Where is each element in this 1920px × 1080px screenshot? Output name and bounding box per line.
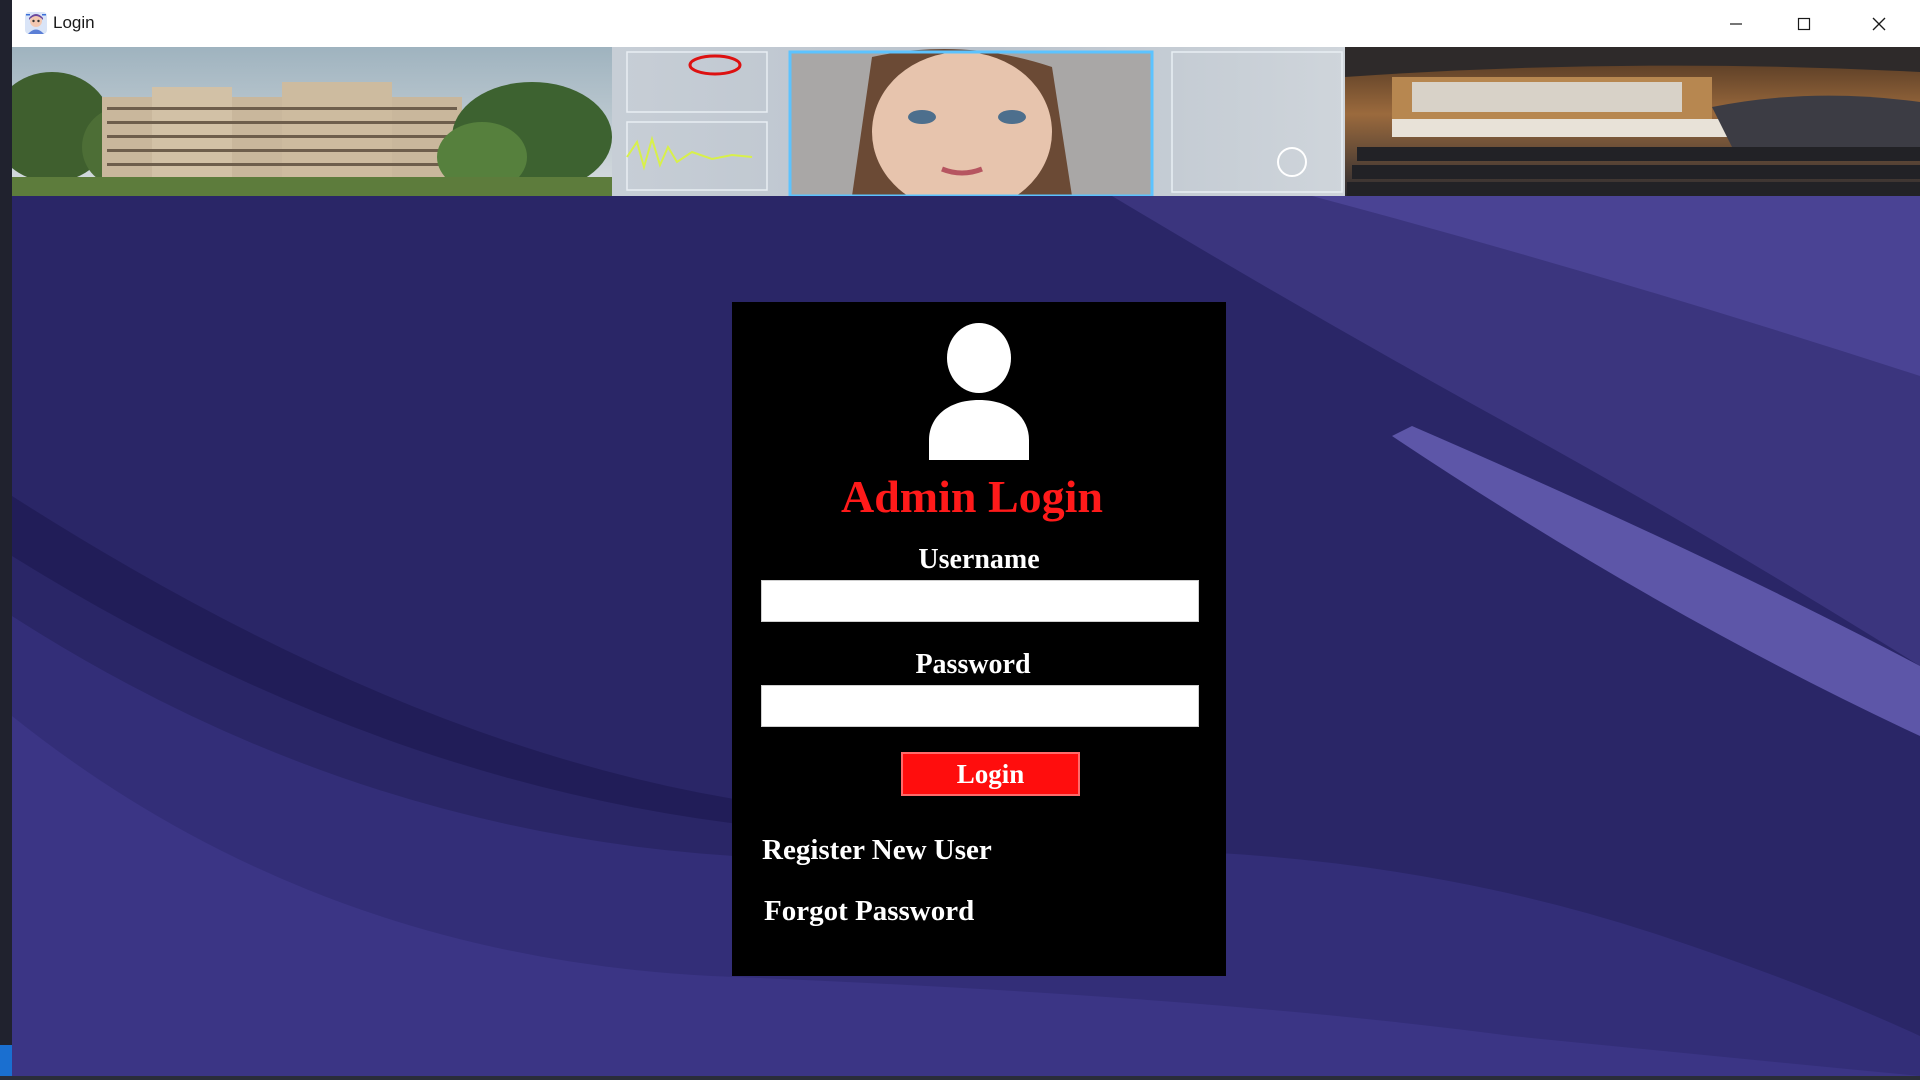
maximize-icon (1797, 17, 1811, 30)
login-window: Login Admin Login Username Password Logi… (12, 0, 1920, 1076)
window-title: Login (53, 13, 95, 32)
desktop-screen: Login Admin Login Username Password Logi… (0, 0, 1920, 1080)
password-input[interactable] (761, 685, 1199, 727)
forgot-password-link[interactable]: Forgot Password (764, 895, 974, 928)
password-label: Password (915, 649, 1031, 680)
title-bar[interactable]: Login (12, 0, 1920, 48)
maximize-button[interactable] (1770, 0, 1838, 47)
login-button[interactable]: Login (901, 752, 1080, 796)
login-panel: Admin Login Username Password Login Regi… (732, 302, 1226, 976)
campus-building-photo (12, 47, 612, 196)
register-new-user-link[interactable]: Register New User (762, 834, 992, 867)
user-icon (929, 323, 1029, 460)
taskbar-edge (0, 1045, 12, 1080)
username-label: Username (918, 544, 1040, 575)
app-face-icon (25, 12, 47, 34)
desktop-bottom-edge (0, 1076, 1920, 1080)
minimize-icon (1730, 22, 1742, 25)
face-recognition-photo (612, 47, 1345, 196)
auditorium-photo (1345, 47, 1920, 196)
minimize-button[interactable] (1702, 0, 1770, 47)
admin-login-title: Admin Login (840, 471, 1104, 522)
close-icon (1872, 17, 1886, 30)
desktop-edge (0, 0, 12, 1080)
header-banner (12, 47, 1920, 196)
username-input[interactable] (761, 580, 1199, 622)
close-button[interactable] (1838, 0, 1920, 47)
